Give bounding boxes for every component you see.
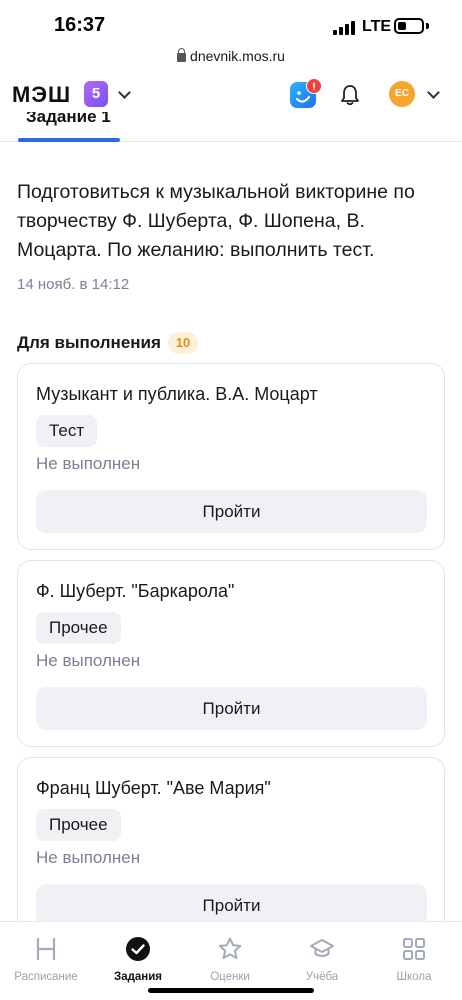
app-header: МЭШ 5 ! ЕС Задание 1 (0, 70, 462, 142)
task-card: Ф. Шуберт. "Баркарола" Прочее Не выполне… (17, 560, 445, 747)
task-title: Ф. Шуберт. "Баркарола" (36, 581, 235, 601)
app-logo[interactable]: МЭШ (12, 82, 71, 108)
bell-icon[interactable] (340, 84, 360, 106)
nav-label: Расписание (14, 971, 78, 983)
url-bar[interactable]: dnevnik.mos.ru (0, 48, 462, 70)
start-task-button[interactable]: Пройти (36, 687, 427, 730)
signal-icon (333, 21, 355, 35)
lock-icon (177, 48, 187, 62)
avatar[interactable]: ЕС (389, 81, 415, 107)
home-indicator (148, 988, 314, 993)
nav-item-school[interactable]: Школа (368, 922, 460, 1000)
task-type-chip: Тест (36, 415, 98, 447)
assignment-timestamp: 14 нояб. в 14:12 (17, 276, 130, 293)
nav-label: Задания (113, 971, 163, 983)
task-type-chip: Прочее (36, 612, 121, 644)
start-task-button[interactable]: Пройти (36, 490, 427, 533)
tab-assignment[interactable]: Задание 1 (26, 112, 111, 128)
battery-icon (394, 18, 424, 34)
star-icon (218, 937, 242, 959)
count-badge: 10 (168, 332, 198, 354)
assignment-description: Подготовиться к музыкальной викторине по… (17, 181, 415, 261)
notification-badge: ! (306, 78, 322, 94)
grid-icon (403, 938, 425, 960)
task-status: Не выполнен (36, 651, 141, 670)
check-circle-icon (126, 937, 150, 961)
schedule-icon (36, 937, 56, 961)
grade-badge[interactable]: 5 (84, 81, 108, 107)
task-title: Франц Шуберт. "Аве Мария" (36, 778, 271, 798)
task-card: Франц Шуберт. "Аве Мария" Прочее Не выпо… (17, 757, 445, 944)
nav-label: Оценки (210, 971, 250, 983)
chevron-down-icon[interactable] (118, 86, 131, 99)
network-type: LTE (362, 18, 392, 35)
task-status: Не выполнен (36, 848, 141, 867)
nav-label: Школа (396, 971, 432, 983)
status-bar: 16:37 LTE (0, 0, 462, 48)
url-text: dnevnik.mos.ru (190, 48, 285, 64)
battery-tip (426, 23, 429, 29)
task-status: Не выполнен (36, 454, 141, 473)
task-title: Музыкант и публика. В.А. Моцарт (36, 384, 318, 404)
status-time: 16:37 (54, 14, 106, 36)
graduation-cap-icon (310, 939, 334, 957)
nav-label: Учёба (305, 971, 339, 983)
task-card: Музыкант и публика. В.А. Моцарт Тест Не … (17, 363, 445, 550)
tab-indicator (18, 138, 120, 142)
chevron-down-icon[interactable] (427, 86, 440, 99)
task-type-chip: Прочее (36, 809, 121, 841)
section-title: Для выполнения (17, 333, 161, 352)
nav-item-schedule[interactable]: Расписание (0, 922, 92, 1000)
